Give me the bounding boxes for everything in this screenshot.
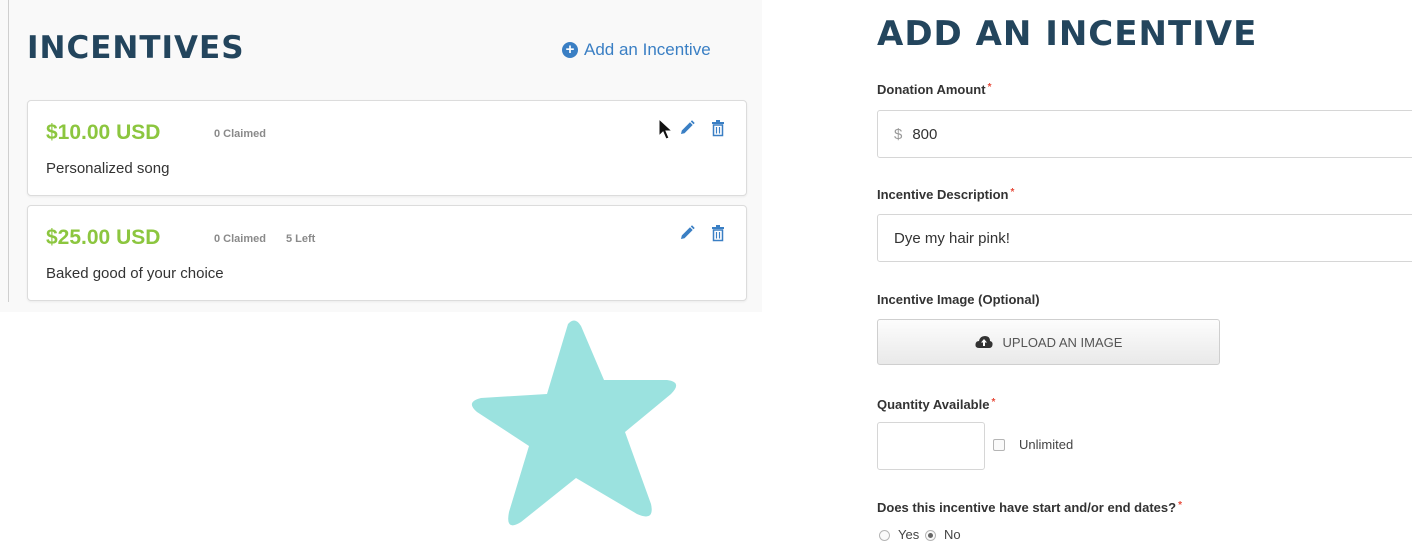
radio-yes[interactable] <box>879 530 890 541</box>
unlimited-checkbox[interactable] <box>993 439 1005 451</box>
pencil-icon[interactable] <box>678 119 696 137</box>
dates-question-label: Does this incentive have start and/or en… <box>877 500 1182 515</box>
incentive-description-label: Incentive Description * <box>877 187 1015 202</box>
incentives-title: INCENTIVES <box>27 30 245 66</box>
unlimited-label: Unlimited <box>1019 437 1074 452</box>
radio-yes-label: Yes <box>898 527 920 542</box>
add-incentive-link[interactable]: + Add an Incentive <box>562 40 711 60</box>
cloud-upload-icon <box>974 336 993 348</box>
divider <box>8 0 9 302</box>
upload-image-label: UPLOAD AN IMAGE <box>1002 334 1123 350</box>
incentive-claimed: 0 Claimed <box>214 233 266 245</box>
trash-icon[interactable] <box>711 119 725 137</box>
incentive-left: 5 Left <box>286 233 316 245</box>
incentive-amount: $25.00 USD <box>46 226 161 249</box>
pencil-icon[interactable] <box>678 224 696 242</box>
incentives-panel: INCENTIVES + Add an Incentive $10.00 USD… <box>0 0 762 312</box>
plus-circle-icon: + <box>562 42 578 58</box>
radio-no-label: No <box>944 527 961 542</box>
incentive-description-input[interactable]: Dye my hair pink! <box>877 214 1412 262</box>
currency-symbol: $ <box>894 125 903 143</box>
radio-no[interactable] <box>925 530 936 541</box>
upload-image-button[interactable]: UPLOAD AN IMAGE <box>877 319 1220 365</box>
donation-amount-value: 800 <box>912 125 938 143</box>
incentive-image-label: Incentive Image (Optional) <box>877 292 1040 307</box>
quantity-input[interactable] <box>877 422 985 470</box>
incentive-description-value: Dye my hair pink! <box>894 229 1010 247</box>
mouse-cursor-icon <box>658 118 674 140</box>
incentive-claimed: 0 Claimed <box>214 128 266 140</box>
trash-icon[interactable] <box>711 224 725 242</box>
incentive-amount: $10.00 USD <box>46 121 161 144</box>
incentive-description: Personalized song <box>46 160 170 177</box>
incentive-card: $25.00 USD 0 Claimed 5 Left Baked good o… <box>27 205 747 301</box>
donation-amount-input[interactable]: $ 800 <box>877 110 1412 158</box>
incentive-description: Baked good of your choice <box>46 265 224 282</box>
form-title: ADD AN INCENTIVE <box>877 14 1258 54</box>
star-icon <box>471 320 677 526</box>
quantity-available-label: Quantity Available * <box>877 397 996 412</box>
add-incentive-label: Add an Incentive <box>584 40 711 59</box>
donation-amount-label: Donation Amount * <box>877 82 992 97</box>
incentive-card: $10.00 USD 0 Claimed Personalized song <box>27 100 747 196</box>
